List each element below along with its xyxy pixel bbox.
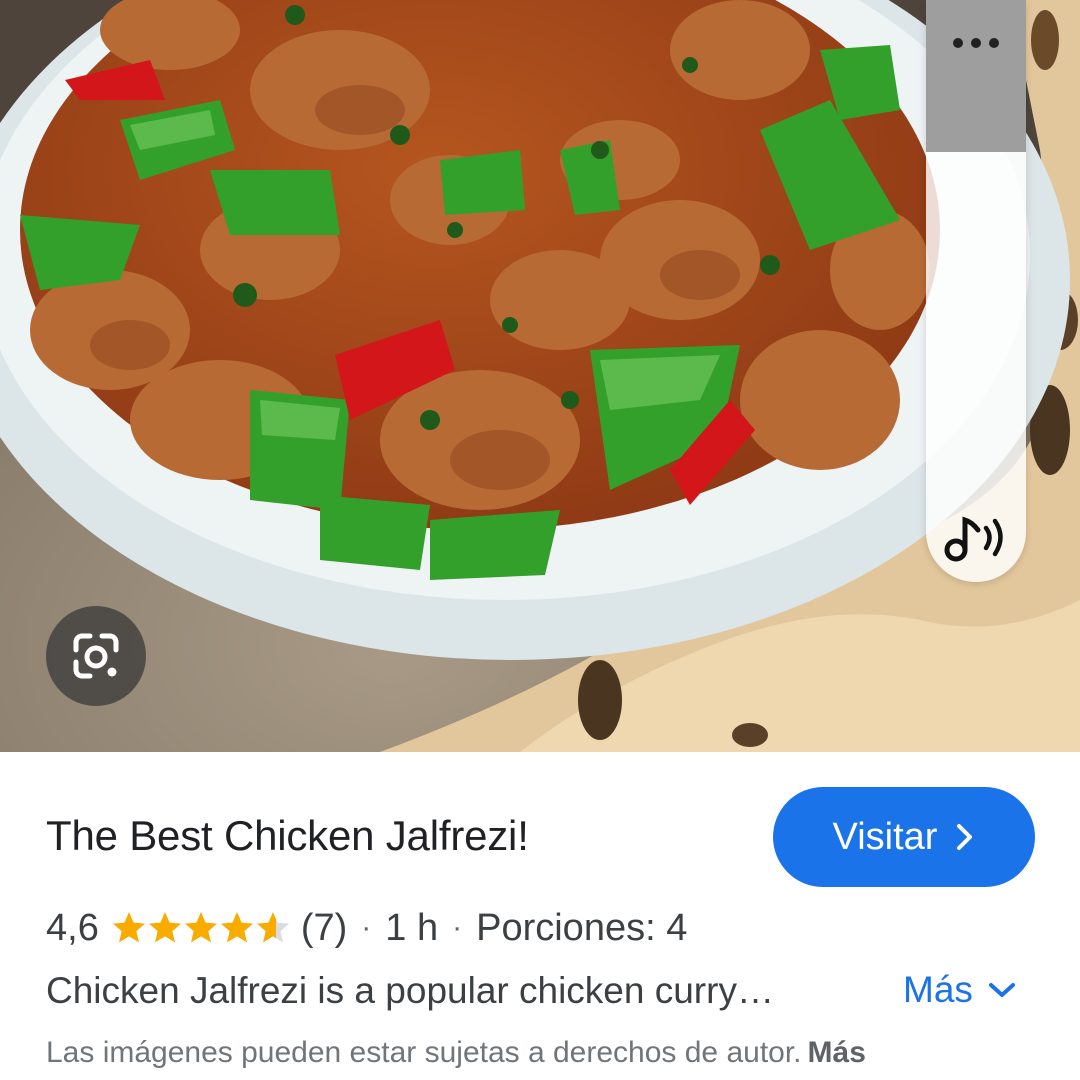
star-icon bbox=[256, 912, 289, 943]
separator: · bbox=[452, 911, 463, 944]
more-button-label: Más bbox=[903, 969, 973, 1010]
recipe-description: Chicken Jalfrezi is a popular chicken cu… bbox=[46, 970, 774, 1011]
recipe-title: The Best Chicken Jalfrezi! bbox=[46, 812, 529, 859]
google-lens-icon bbox=[73, 633, 119, 679]
chevron-down-icon bbox=[988, 983, 1015, 997]
music-note-sound-icon[interactable] bbox=[942, 508, 1010, 566]
copyright-text: Las imágenes pueden estar sujetas a dere… bbox=[46, 1036, 802, 1069]
rating-value: 4,6 bbox=[46, 906, 99, 949]
visit-button-label: Visitar bbox=[832, 815, 938, 858]
copyright-notice: Las imágenes pueden estar sujetas a dere… bbox=[46, 1036, 866, 1070]
copyright-more-link[interactable]: Más bbox=[808, 1036, 866, 1069]
food-illustration bbox=[0, 0, 1080, 752]
star-icon bbox=[184, 912, 217, 943]
visit-button[interactable]: Visitar bbox=[773, 787, 1035, 887]
star-icon bbox=[148, 912, 181, 943]
separator: · bbox=[361, 911, 372, 944]
chevron-right-icon bbox=[957, 824, 973, 850]
more-horizontal-icon[interactable] bbox=[926, 28, 1026, 58]
recipe-meta-row: 4,6 (7) · 1 h · Porciones: 4 bbox=[46, 904, 687, 952]
recipe-photo[interactable] bbox=[0, 0, 1080, 752]
rating-stars bbox=[111, 910, 291, 946]
side-panel-header bbox=[926, 0, 1026, 152]
servings: Porciones: 4 bbox=[476, 906, 688, 949]
star-icon bbox=[220, 912, 253, 943]
review-count: (7) bbox=[300, 906, 348, 949]
side-control-panel bbox=[926, 0, 1026, 582]
cook-time: 1 h bbox=[385, 906, 439, 949]
star-icon bbox=[112, 912, 145, 943]
more-button[interactable]: Más bbox=[903, 969, 1017, 1011]
google-lens-button[interactable] bbox=[46, 606, 146, 706]
